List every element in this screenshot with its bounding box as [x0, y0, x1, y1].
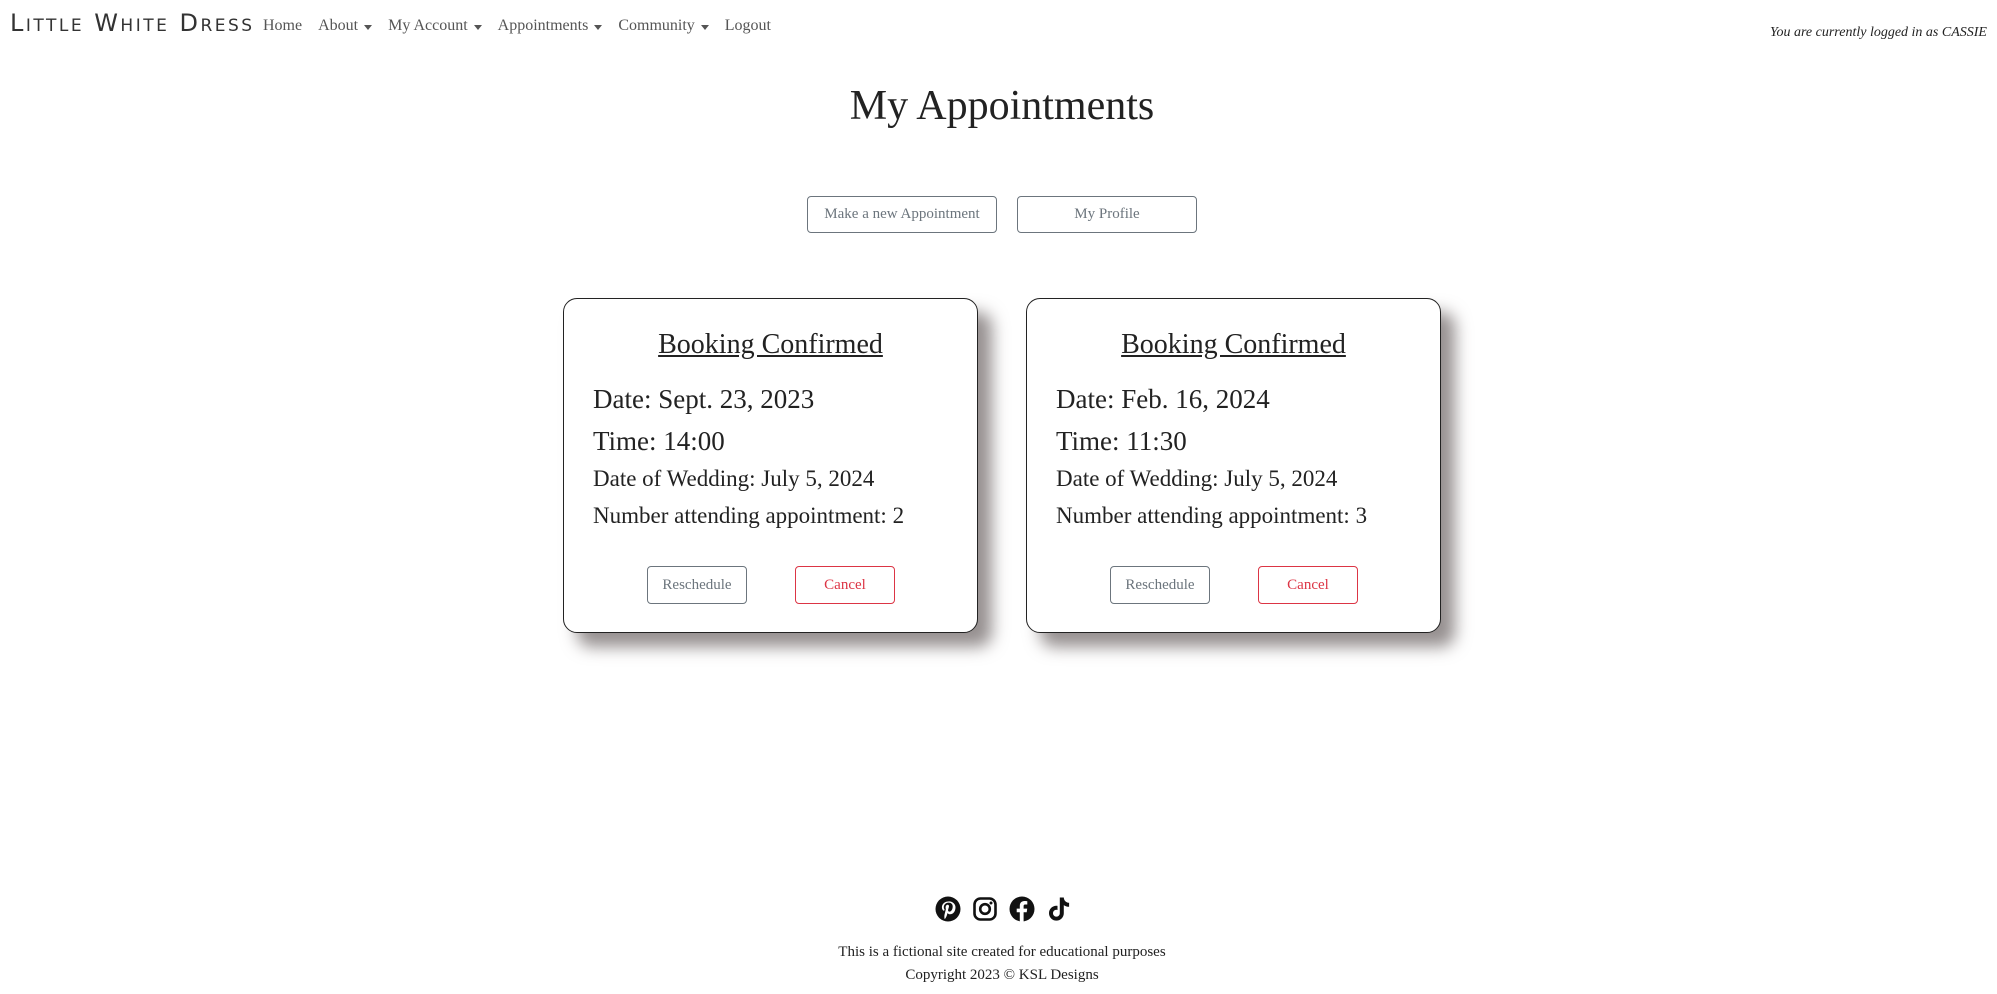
appointment-card: Booking Confirmed Date: Sept. 23, 2023 T… [563, 298, 978, 633]
nav-item-appointments[interactable]: Appointments [498, 17, 603, 35]
wedding-date: Date of Wedding: July 5, 2024 [593, 466, 875, 491]
instagram-icon[interactable] [972, 896, 998, 922]
page-title: My Appointments [849, 83, 1155, 129]
appointment-time: Time: 14:00 [593, 426, 725, 456]
wedding-date: Date of Wedding: July 5, 2024 [1056, 466, 1338, 491]
caret-down-icon [473, 24, 482, 30]
nav-item-about[interactable]: About [318, 17, 373, 35]
my-profile-button[interactable]: My Profile [1017, 196, 1197, 233]
nav-item-label: My Account [388, 17, 468, 34]
appointment-date: Date: Feb. 16, 2024 [1056, 384, 1270, 414]
social-links [935, 896, 1083, 922]
nav-item-label: Community [618, 17, 695, 34]
nav-item-label: Appointments [497, 17, 589, 34]
footer-disclaimer: This is a fictional site created for edu… [838, 944, 1166, 960]
caret-down-icon [700, 24, 709, 30]
cancel-button[interactable]: Cancel [795, 566, 895, 604]
appointment-time: Time: 11:30 [1056, 426, 1187, 456]
tiktok-icon[interactable] [1046, 896, 1072, 922]
reschedule-button[interactable]: Reschedule [1110, 566, 1210, 604]
appointment-card: Booking Confirmed Date: Feb. 16, 2024 Ti… [1026, 298, 1441, 633]
booking-status: Booking Confirmed [658, 329, 883, 360]
nav-item-home[interactable]: Home [263, 17, 302, 35]
booking-status: Booking Confirmed [1121, 329, 1346, 360]
caret-down-icon [364, 24, 373, 30]
nav-item-label: Logout [724, 17, 771, 34]
cancel-button[interactable]: Cancel [1258, 566, 1358, 604]
reschedule-button[interactable]: Reschedule [647, 566, 747, 604]
nav-item-my-account[interactable]: My Account [388, 17, 482, 35]
appointment-date: Date: Sept. 23, 2023 [593, 384, 815, 414]
attending-count: Number attending appointment: 3 [1056, 503, 1368, 528]
logged-in-status: You are currently logged in as CASSIE [1770, 25, 1987, 40]
facebook-icon[interactable] [1009, 896, 1035, 922]
nav-item-label: About [318, 17, 359, 34]
nav-item-logout[interactable]: Logout [725, 17, 771, 35]
footer-copyright: Copyright 2023 © KSL Designs [905, 967, 1099, 983]
attending-count: Number attending appointment: 2 [593, 503, 905, 528]
nav-item-label: Home [263, 17, 303, 34]
nav-item-community[interactable]: Community [618, 17, 709, 35]
nav-links: Home About My Account Appointments Commu… [263, 17, 787, 35]
pinterest-icon[interactable] [935, 896, 961, 922]
brand-logo[interactable]: Little White Dress [10, 9, 255, 37]
caret-down-icon [594, 24, 603, 30]
new-appointment-button[interactable]: Make a new Appointment [807, 196, 997, 233]
navbar: Little White Dress Home About My Account… [0, 0, 1997, 56]
